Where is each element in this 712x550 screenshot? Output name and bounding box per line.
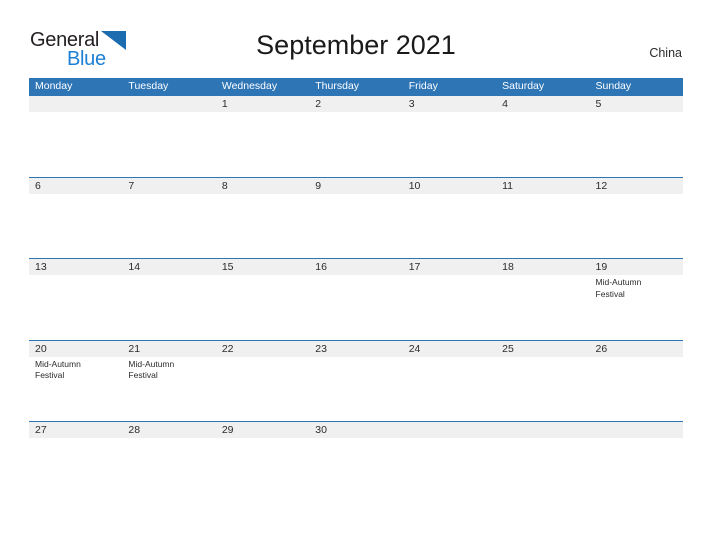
day-number: 26 <box>595 342 608 355</box>
day-cell[interactable]: 11 <box>496 178 589 259</box>
day-cell[interactable]: 13 <box>29 259 122 340</box>
day-cell[interactable]: 23 <box>309 341 402 422</box>
weekday-header-row: Monday Tuesday Wednesday Thursday Friday… <box>29 78 683 95</box>
day-number: 14 <box>128 261 141 273</box>
day-number: 11 <box>502 179 514 192</box>
week-row: 6 7 8 9 10 11 12 <box>29 176 683 259</box>
weekday-tuesday: Tuesday <box>128 80 169 92</box>
day-cell[interactable]: 26 <box>590 341 683 422</box>
day-number: 1 <box>221 98 228 110</box>
day-cell[interactable]: 12 <box>590 178 683 259</box>
day-number: 24 <box>408 342 421 355</box>
day-cell[interactable]: 10 <box>403 178 496 259</box>
day-cell[interactable]: 14 <box>122 259 215 340</box>
day-cell[interactable]: 18 <box>496 259 589 340</box>
day-cell[interactable] <box>122 96 215 177</box>
weekday-wednesday: Wednesday <box>221 80 278 92</box>
week-row: 1 2 3 4 5 <box>29 95 683 177</box>
day-number: 17 <box>408 261 421 273</box>
day-cell[interactable]: 9 <box>309 178 402 259</box>
weekday-monday: Monday <box>35 80 73 92</box>
day-cell[interactable]: 2 <box>309 96 402 177</box>
day-number: 8 <box>221 179 228 192</box>
day-cell[interactable]: 22 <box>216 341 309 422</box>
weekday-sunday: Sunday <box>595 80 632 92</box>
day-cell[interactable]: 1 <box>216 96 309 177</box>
day-cell[interactable]: 19 Mid-Autumn Festival <box>590 259 683 340</box>
day-cell[interactable]: 21 Mid-Autumn Festival <box>122 341 215 422</box>
week-row: 27 28 29 30 <box>29 421 683 503</box>
page-title: September 2021 <box>256 30 456 60</box>
day-cell[interactable]: 30 <box>309 422 402 503</box>
day-cell[interactable]: 28 <box>122 422 215 503</box>
day-number: 15 <box>221 261 234 273</box>
day-cell[interactable]: 17 <box>403 259 496 340</box>
day-cell[interactable]: 6 <box>29 178 122 259</box>
week-row: 20 Mid-Autumn Festival 21 Mid-Autumn Festi… <box>29 339 683 422</box>
day-cell[interactable] <box>496 422 589 503</box>
day-number: 13 <box>35 261 47 273</box>
weekday-friday: Friday <box>408 80 438 92</box>
day-number: 25 <box>502 342 514 355</box>
weekday-saturday: Saturday <box>502 80 545 92</box>
day-cell[interactable] <box>29 96 122 177</box>
day-number: 27 <box>35 424 47 436</box>
day-cell[interactable]: 7 <box>122 178 215 259</box>
day-number: 16 <box>315 261 327 273</box>
day-number: 12 <box>595 179 608 192</box>
calendar-table: Monday Tuesday Wednesday Thursday Friday… <box>29 78 683 503</box>
day-number: 7 <box>128 179 135 192</box>
day-number: 6 <box>35 179 41 192</box>
day-cell[interactable]: 24 <box>403 341 496 422</box>
day-number: 28 <box>128 424 141 436</box>
day-cell[interactable]: 16 <box>309 259 402 340</box>
day-number: 5 <box>595 98 602 110</box>
day-number: 19 <box>595 261 608 273</box>
day-number: 4 <box>502 98 508 110</box>
day-number: 21 <box>128 342 141 355</box>
day-cell[interactable]: 8 <box>216 178 309 259</box>
day-cell[interactable] <box>590 422 683 503</box>
country-label: China <box>649 46 682 60</box>
day-number: 23 <box>315 342 327 355</box>
day-number: 3 <box>408 98 415 110</box>
page-header: General Blue September 2021 China <box>0 0 712 78</box>
day-cell[interactable]: 20 Mid-Autumn Festival <box>29 341 122 422</box>
day-number: 9 <box>315 179 322 192</box>
day-cell[interactable]: 25 <box>496 341 589 422</box>
day-number: 10 <box>408 179 421 192</box>
day-number: 30 <box>315 424 327 436</box>
day-number: 2 <box>315 98 322 110</box>
day-cell[interactable] <box>403 422 496 503</box>
day-cell[interactable]: 4 <box>496 96 589 177</box>
day-number: 29 <box>221 424 234 436</box>
day-event: Mid-Autumn Festival <box>595 277 642 299</box>
day-number: 22 <box>221 342 234 355</box>
week-row: 13 14 15 16 17 18 19 Mid-Autumn Festival <box>29 258 683 340</box>
day-number: 20 <box>35 342 47 355</box>
day-number: 18 <box>502 261 514 273</box>
weekday-thursday: Thursday <box>315 80 360 92</box>
day-cell[interactable]: 29 <box>216 422 309 503</box>
day-cell[interactable]: 15 <box>216 259 309 340</box>
day-cell[interactable]: 3 <box>403 96 496 177</box>
day-event: Mid-Autumn Festival <box>128 358 175 381</box>
day-cell[interactable]: 5 <box>590 96 683 177</box>
day-event: Mid-Autumn Festival <box>35 358 81 381</box>
day-cell[interactable]: 27 <box>29 422 122 503</box>
